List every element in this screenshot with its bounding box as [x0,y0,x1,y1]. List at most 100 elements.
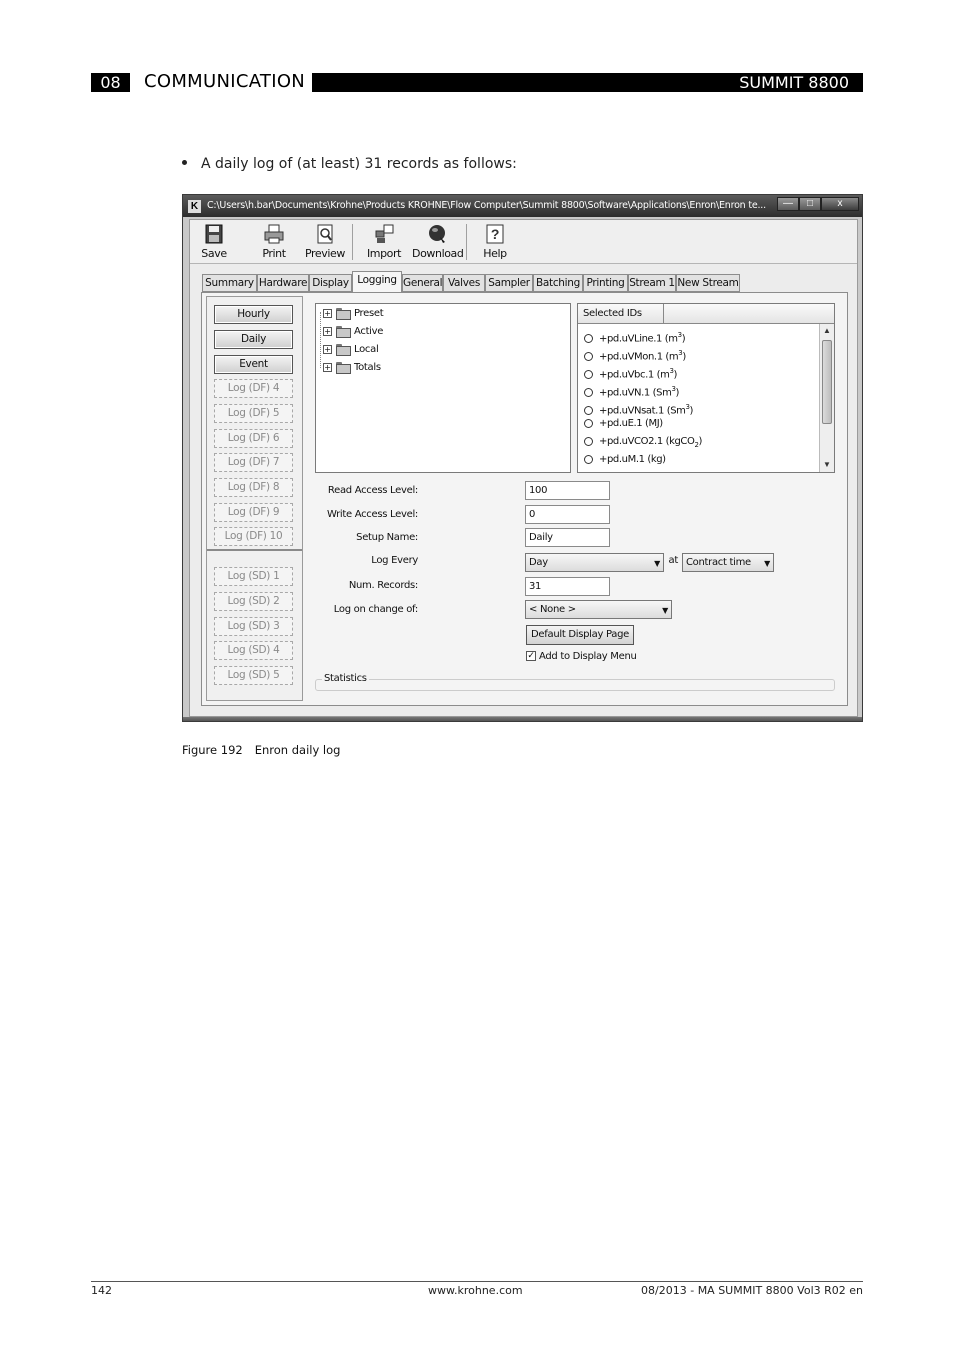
selected-ids-header[interactable]: Selected IDs [578,304,664,324]
tab-sampler[interactable]: Sampler [485,274,533,292]
log-df-7-button[interactable]: Log (DF) 7 [214,453,293,472]
radio-icon[interactable] [584,418,593,428]
folder-icon [336,308,351,320]
print-preview-icon [317,224,333,244]
log-sd-3-button[interactable]: Log (SD) 3 [214,617,293,636]
tab-printing[interactable]: Printing [583,274,628,292]
tab-batching[interactable]: Batching [533,274,583,292]
minimize-button[interactable]: — [777,197,799,211]
scroll-up-icon[interactable]: ▲ [822,326,832,336]
at-select[interactable]: Contract time ▼ [682,553,774,572]
selected-ids-list[interactable]: Selected IDs +pd.uVLine.1 (m3) +pd.uVMon… [577,303,835,473]
default-display-page-button[interactable]: Default Display Page [526,625,634,645]
expand-icon[interactable]: + [323,362,332,372]
checkbox-icon[interactable]: ✓ [526,651,536,661]
svg-text:?: ? [491,226,499,242]
footer-url[interactable]: www.krohne.com [428,1284,523,1297]
client-area: Save Print Preview Import Download ? Hel… [189,219,858,717]
save-button[interactable]: Save [196,223,232,260]
maximize-button[interactable]: □ [799,197,821,211]
list-item[interactable]: +pd.uVMon.1 (m3) [584,345,686,362]
log-selector: Hourly Daily Event Log (DF) 4 Log (DF) 5… [206,296,303,701]
preview-button[interactable]: Preview [304,223,346,260]
event-log-button[interactable]: Event [214,355,293,374]
log-every-label: Log Every [371,555,418,566]
tab-summary[interactable]: Summary [202,274,257,292]
tab-hardware[interactable]: Hardware [257,274,309,292]
tree-node-label: Active [354,326,384,337]
log-df-4-button[interactable]: Log (DF) 4 [214,379,293,398]
import-button[interactable]: Import [364,223,404,260]
help-button[interactable]: ? Help [480,223,510,260]
write-access-input[interactable]: 0 [525,505,610,524]
download-label: Download [412,247,464,260]
expand-icon[interactable]: + [323,308,332,318]
vertical-scrollbar[interactable]: ▲ ▼ [819,324,834,472]
radio-icon[interactable] [584,387,593,397]
import-label: Import [366,247,402,260]
tab-stream-1[interactable]: Stream 1 [628,274,676,292]
list-item[interactable]: +pd.uVN.1 (Sm3) [584,381,679,398]
figure-caption: Figure 192 Enron daily log [182,743,340,757]
title-bar[interactable]: K C:\Users\h.bar\Documents\Krohne\Produc… [183,195,862,217]
tab-valves[interactable]: Valves [443,274,485,292]
add-to-display-menu-checkbox[interactable]: ✓ Add to Display Menu [526,651,637,663]
log-sd-5-button[interactable]: Log (SD) 5 [214,666,293,685]
tab-display[interactable]: Display [309,274,352,292]
chevron-down-icon: ▼ [764,559,770,568]
scroll-thumb[interactable] [822,340,832,424]
list-item[interactable]: +pd.uVbc.1 (m3) [584,363,677,380]
list-item[interactable]: +pd.uVCO2.1 (kgCO2) [584,434,702,450]
bullet-item: A daily log of (at least) 31 records as … [182,156,517,172]
expand-icon[interactable]: + [323,326,332,336]
radio-icon[interactable] [584,454,593,464]
read-access-input[interactable]: 100 [525,481,610,500]
statistics-group [315,679,835,691]
list-item[interactable]: +pd.uVNsat.1 (Sm3) [584,399,693,416]
floppy-disk-icon [205,224,223,244]
download-button[interactable]: Download [412,223,464,260]
close-button[interactable]: x [821,197,859,211]
printer-icon [264,224,284,244]
print-button[interactable]: Print [256,223,292,260]
log-change-select[interactable]: < None > ▼ [525,600,672,619]
list-item[interactable]: +pd.uM.1 (kg) [584,452,666,468]
radio-icon[interactable] [584,436,593,446]
help-label: Help [483,247,507,260]
window-bottom-edge [183,717,862,721]
help-icon: ? [486,224,504,244]
scroll-down-icon[interactable]: ▼ [822,460,832,470]
log-df-5-button[interactable]: Log (DF) 5 [214,404,293,423]
log-df-6-button[interactable]: Log (DF) 6 [214,429,293,448]
tab-logging[interactable]: Logging [352,271,402,292]
daily-log-button[interactable]: Daily [214,330,293,349]
tree-node-label: Preset [354,308,384,319]
print-label: Print [262,247,286,260]
radio-icon[interactable] [584,369,593,379]
import-icon [375,224,394,243]
tree-node-active[interactable]: + Active [323,325,383,339]
write-access-label: Write Access Level: [326,509,418,520]
tree-node-local[interactable]: + Local [323,343,379,357]
setup-name-input[interactable]: Daily [525,528,610,547]
list-item[interactable]: +pd.uE.1 (MJ) [584,416,663,432]
tree-node-preset[interactable]: + Preset [323,307,384,321]
hourly-log-button[interactable]: Hourly [214,305,293,324]
num-records-input[interactable]: 31 [525,577,610,596]
radio-icon[interactable] [584,351,593,361]
read-access-label: Read Access Level: [327,485,418,496]
page-number: 142 [91,1284,112,1297]
radio-icon[interactable] [584,333,593,343]
log-sd-4-button[interactable]: Log (SD) 4 [214,641,293,660]
expand-icon[interactable]: + [323,344,332,354]
product-name: SUMMIT 8800 [312,73,863,92]
toolbar-separator [352,224,353,260]
tab-general[interactable]: General [402,274,443,292]
tree-node-totals[interactable]: + Totals [323,361,381,375]
variable-tree[interactable]: + Preset + Active + Local + Totals [315,303,571,473]
radio-icon[interactable] [584,405,593,415]
app-icon: K [188,200,201,213]
footer-divider [91,1281,863,1282]
list-item[interactable]: +pd.uVLine.1 (m3) [584,327,686,344]
tab-new-stream[interactable]: New Stream [676,274,740,292]
